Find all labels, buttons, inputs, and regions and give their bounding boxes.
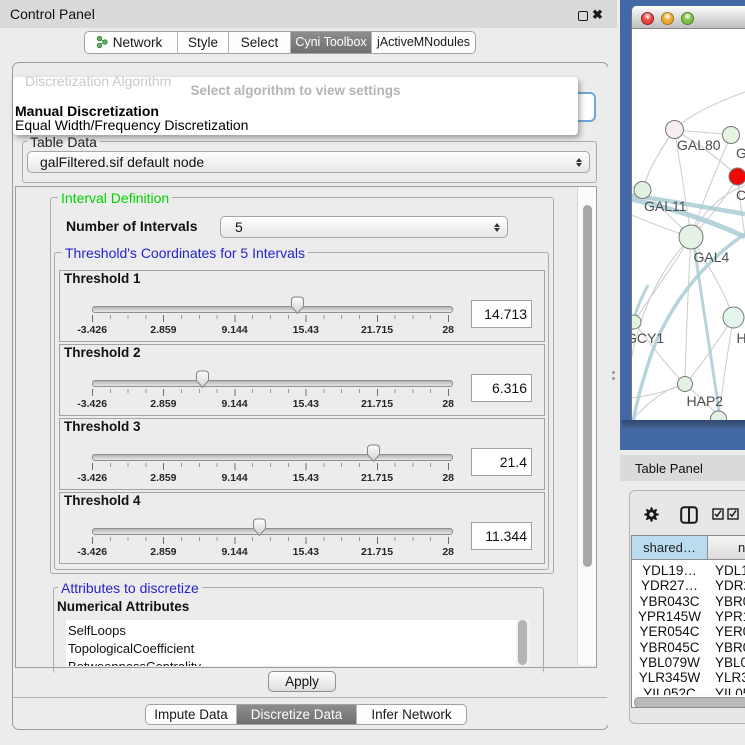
svg-text:GAL4: GAL4 — [694, 249, 730, 265]
svg-text:HAP2: HAP2 — [687, 393, 724, 409]
svg-text:GAL11: GAL11 — [644, 198, 687, 214]
svg-text:CY: CY — [736, 187, 745, 203]
svg-text:H: H — [737, 330, 745, 346]
svg-text:GCY1: GCY1 — [632, 330, 664, 346]
svg-text:GAL80: GAL80 — [677, 137, 721, 153]
svg-text:GA: GA — [736, 145, 745, 161]
